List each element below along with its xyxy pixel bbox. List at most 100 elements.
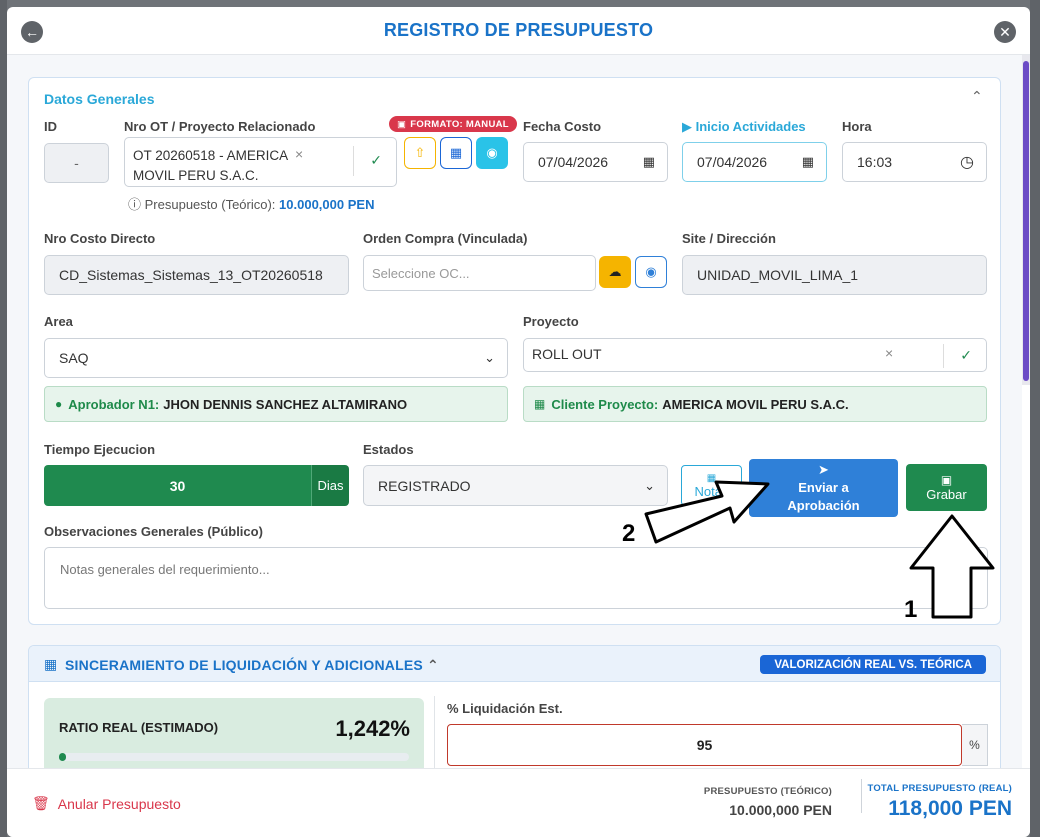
aprobador-value: JHON DENNIS SANCHEZ ALTAMIRANO xyxy=(163,396,408,412)
modal-header: ← REGISTRO DE PRESUPUESTO ✕ xyxy=(7,7,1030,55)
ratio-label: RATIO REAL (ESTIMADO) xyxy=(59,720,219,735)
area-select[interactable]: SAQ ⌄ xyxy=(44,338,508,378)
grid-button[interactable]: ▦ xyxy=(440,137,472,169)
hora-label: Hora xyxy=(842,119,872,134)
total-teorico: PRESUPUESTO (TEÓRICO) 10.000,000 PEN xyxy=(703,786,832,818)
chevron-down-icon: ⌄ xyxy=(484,350,495,365)
modal-footer: 🗑 Anular Presupuesto PRESUPUESTO (TEÓRIC… xyxy=(7,768,1030,837)
orden-compra-label: Orden Compra (Vinculada) xyxy=(363,231,528,246)
annotation-arrow-2 xyxy=(644,480,770,544)
cliente-value: AMERICA MOVIL PERU S.A.C. xyxy=(662,396,849,412)
check-circle-icon: ✓ xyxy=(960,347,972,363)
tiempo-unit: Dias xyxy=(311,465,349,506)
calendar-icon: ▦ xyxy=(801,154,814,169)
calendar-icon: ▦ xyxy=(642,154,655,169)
hora-input[interactable]: 16:03 ◷ xyxy=(842,142,987,182)
observaciones-textarea[interactable]: Notas generales del requerimiento... xyxy=(44,547,988,609)
sinceramiento-title: SINCERAMIENTO DE LIQUIDACIÓN Y ADICIONAL… xyxy=(65,657,439,673)
file-upload-icon: ⇧ xyxy=(414,145,426,160)
footer-divider xyxy=(861,779,862,813)
clear-icon[interactable]: × xyxy=(295,146,303,162)
modal-body: Datos Generales ⌃ ID - Nro OT / Proyecto… xyxy=(7,55,1022,768)
building-icon: ▦ xyxy=(534,397,546,411)
anular-button[interactable]: 🗑 Anular Presupuesto xyxy=(32,795,181,812)
view-oc-button[interactable]: ◉ xyxy=(635,256,667,288)
grabar-label: Grabar xyxy=(926,487,967,502)
clock-icon: ◷ xyxy=(960,154,974,171)
sinceramiento-card: ▦ SINCERAMIENTO DE LIQUIDACIÓN Y ADICION… xyxy=(28,645,1001,768)
grabar-button[interactable]: ▣ Grabar xyxy=(906,464,987,511)
aprobador-box: ● Aprobador N1: JHON DENNIS SANCHEZ ALTA… xyxy=(44,386,508,422)
cliente-box: ▦ Cliente Proyecto: AMERICA MOVIL PERU S… xyxy=(523,386,987,422)
liquidacion-input[interactable]: 95 xyxy=(447,724,962,766)
save-icon: ▣ xyxy=(940,473,953,487)
back-button[interactable]: ← xyxy=(21,21,43,43)
fecha-costo-input[interactable]: 07/04/2026 ▦ xyxy=(523,142,668,182)
id-field: - xyxy=(44,143,109,183)
nro-ot-value: OT 20260518 - AMERICA MOVIL PERU S.A.C. xyxy=(133,148,288,183)
calculator-icon: ▦ xyxy=(44,656,58,672)
area-label: Area xyxy=(44,314,73,329)
ratio-value: 1,242% xyxy=(335,716,410,741)
enviar-label: Enviar a Aprobación xyxy=(787,480,860,513)
info-icon: ⓘ xyxy=(128,197,142,212)
sinceramiento-header[interactable]: ▦ SINCERAMIENTO DE LIQUIDACIÓN Y ADICION… xyxy=(29,646,1000,682)
upload-file-button[interactable]: ⇧ xyxy=(404,137,436,169)
site-label: Site / Dirección xyxy=(682,231,776,246)
annotation-arrow-1 xyxy=(909,514,995,619)
close-button[interactable]: ✕ xyxy=(994,21,1016,43)
clear-icon[interactable]: × xyxy=(885,345,893,361)
grid-icon: ▦ xyxy=(449,145,463,160)
inicio-actividades-label: ▶ Inicio Actividades xyxy=(682,119,806,134)
arrow-left-icon: ← xyxy=(25,24,39,40)
orden-compra-select[interactable]: Seleccione OC... xyxy=(363,255,596,291)
total-teorico-value: 10.000,000 PEN xyxy=(729,802,832,818)
play-circle-icon: ▶ xyxy=(682,119,696,134)
nro-ot-label: Nro OT / Proyecto Relacionado xyxy=(124,119,316,134)
total-real: TOTAL PRESUPUESTO (REAL) 118,000 PEN xyxy=(867,783,1013,820)
user-check-icon: ● xyxy=(55,397,63,411)
total-real-value: 118,000 PEN xyxy=(888,797,1012,820)
nro-ot-select[interactable]: OT 20260518 - AMERICA MOVIL PERU S.A.C. … xyxy=(124,137,397,187)
tiempo-input[interactable]: 30 Dias xyxy=(44,465,349,506)
modal-title: REGISTRO DE PRESUPUESTO xyxy=(383,20,654,40)
budget-modal: ← REGISTRO DE PRESUPUESTO ✕ Datos Genera… xyxy=(7,7,1030,837)
tiempo-value: 30 xyxy=(44,465,311,506)
inicio-actividades-input[interactable]: 07/04/2026 ▦ xyxy=(682,142,827,182)
check-circle-icon: ✓ xyxy=(370,152,382,168)
observaciones-label: Observaciones Generales (Público) xyxy=(44,524,263,539)
liquidacion-label: % Liquidación Est. xyxy=(447,701,563,716)
trash-icon: 🗑 xyxy=(32,795,50,811)
estados-label: Estados xyxy=(363,442,414,457)
collapse-chevron-icon[interactable]: ⌃ xyxy=(971,88,983,105)
chevron-up-icon: ⌃ xyxy=(427,657,439,673)
nro-costo-label: Nro Costo Directo xyxy=(44,231,156,246)
eye-icon: ◉ xyxy=(486,145,498,160)
annotation-label-2: 2 xyxy=(622,520,636,547)
eye-icon: ◉ xyxy=(645,264,657,279)
presupuesto-teorico-value: 10.000,000 PEN xyxy=(279,197,375,212)
backdrop-right xyxy=(1030,0,1040,837)
datos-generales-title: Datos Generales xyxy=(44,91,155,107)
scrollbar-thumb[interactable] xyxy=(1023,61,1029,381)
cloud-download-icon: ☁ xyxy=(608,264,622,279)
send-icon: ➤ xyxy=(818,462,829,477)
proyecto-label: Proyecto xyxy=(523,314,579,329)
anular-label: Anular Presupuesto xyxy=(57,795,181,812)
proyecto-select[interactable]: ROLL OUT × ✓ xyxy=(523,338,987,372)
divider xyxy=(434,696,435,768)
download-oc-button[interactable]: ☁ xyxy=(599,256,631,288)
document-icon: ▣ xyxy=(397,118,407,130)
ratio-box: RATIO REAL (ESTIMADO) 1,242% xyxy=(44,698,424,768)
view-ot-button[interactable]: ◉ xyxy=(476,137,508,169)
nro-costo-field: CD_Sistemas_Sistemas_13_OT20260518 xyxy=(44,255,349,295)
presupuesto-teorico-info: ⓘ Presupuesto (Teórico): 10.000,000 PEN xyxy=(128,197,375,212)
fecha-costo-label: Fecha Costo xyxy=(523,119,602,134)
estados-select[interactable]: REGISTRADO ⌄ xyxy=(363,465,668,506)
backdrop-left xyxy=(0,0,7,837)
tiempo-label: Tiempo Ejecucion xyxy=(44,442,156,457)
site-field: UNIDAD_MOVIL_LIMA_1 xyxy=(682,255,987,295)
ratio-progress-track xyxy=(59,753,409,761)
scrollbar[interactable] xyxy=(1022,55,1030,385)
datos-generales-card: Datos Generales ⌃ ID - Nro OT / Proyecto… xyxy=(28,77,1001,625)
